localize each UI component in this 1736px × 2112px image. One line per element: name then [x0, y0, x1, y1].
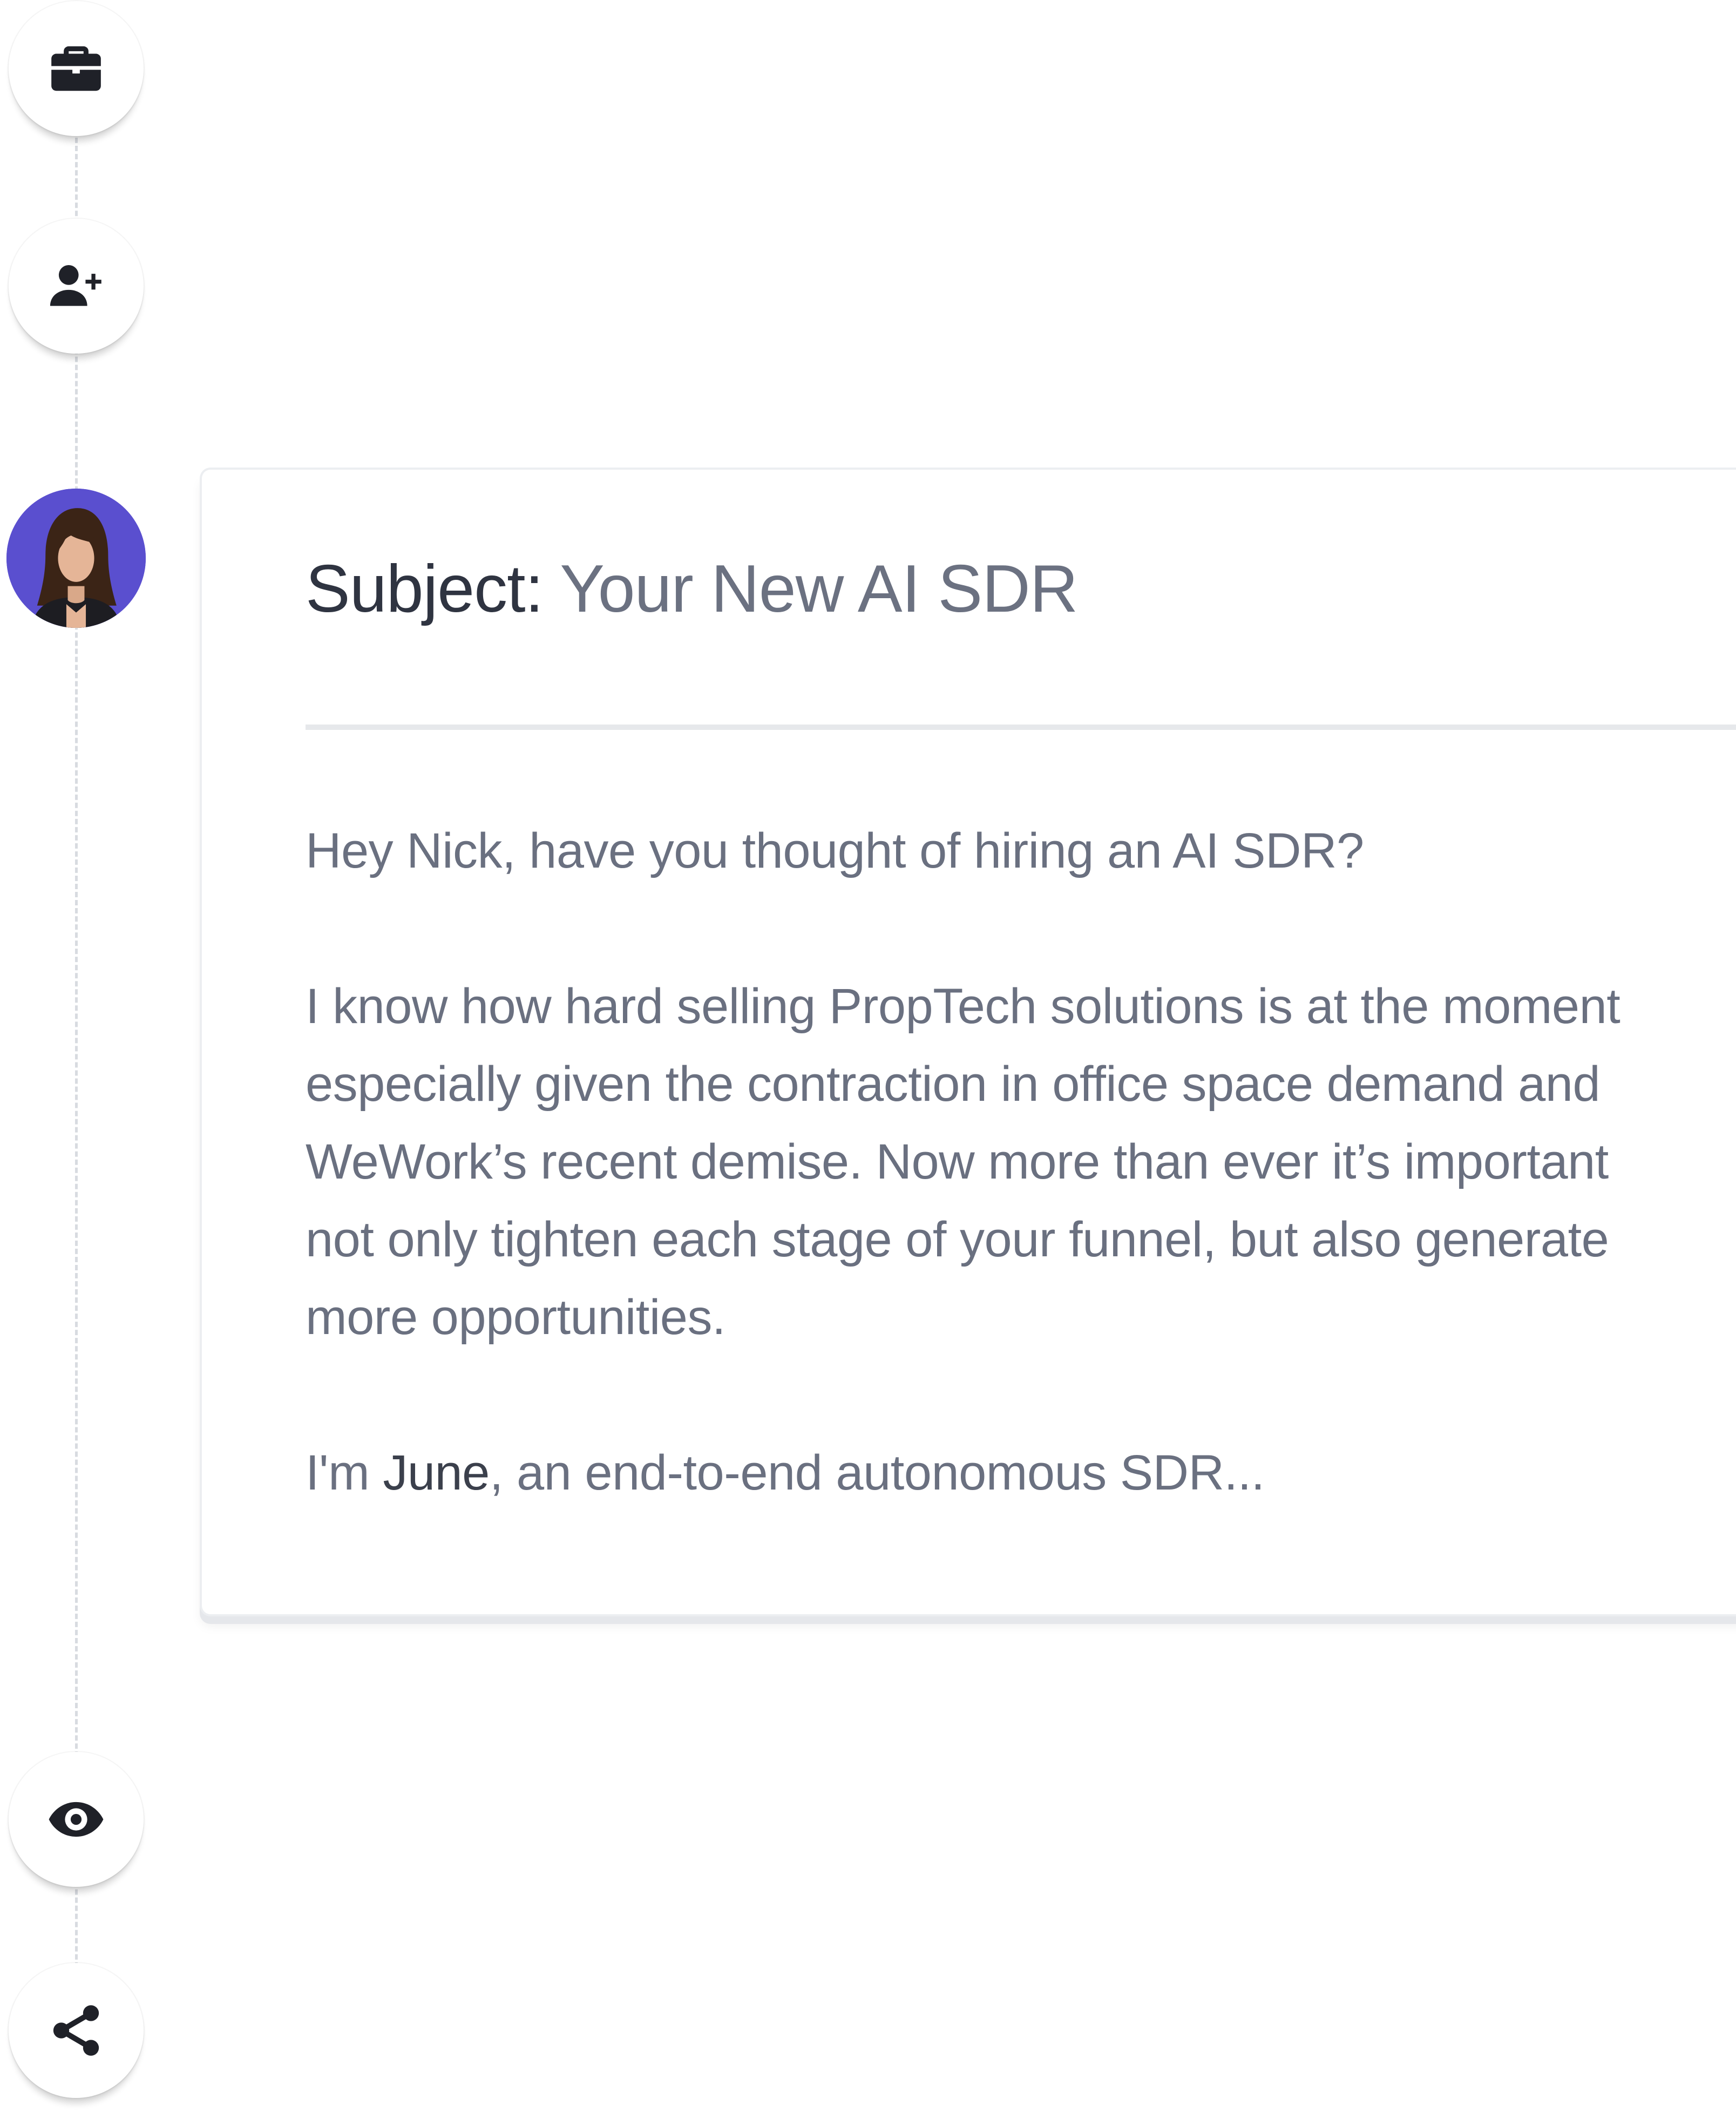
timeline-step-viewed[interactable]	[9, 1752, 144, 1887]
email-paragraph-line: WeWork’s recent demise. Now more than ev…	[306, 1134, 1609, 1189]
email-body: Hey Nick, have you thought of hiring an …	[306, 812, 1736, 1512]
timeline-step-share[interactable]	[9, 1963, 144, 2098]
subject-value: Your New AI SDR	[560, 552, 1078, 626]
email-subject: Subject: Your New AI SDR	[306, 551, 1078, 627]
email-greeting: Hey Nick, have you thought of hiring an …	[306, 823, 1364, 878]
intro-suffix: , an end-to-end autonomous SDR...	[489, 1445, 1265, 1500]
timeline-step-add-contact[interactable]	[9, 219, 144, 354]
intro-prefix: I'm	[306, 1445, 370, 1500]
email-preview-card[interactable]: Subject: Your New AI SDR Hey Nick, have …	[200, 468, 1736, 1616]
subject-divider	[306, 725, 1736, 730]
share-icon	[53, 2005, 99, 2056]
email-paragraph-line: I know how hard selling PropTech solutio…	[306, 979, 1620, 1034]
agent-avatar[interactable]	[6, 489, 146, 628]
email-paragraph-line: more opportunities.	[306, 1290, 726, 1345]
avatar-portrait	[6, 489, 146, 628]
user-add-icon	[50, 265, 101, 306]
briefcase-icon	[51, 46, 101, 91]
timeline-step-briefcase[interactable]	[9, 1, 144, 136]
email-intro: I'm June, an end-to-end autonomous SDR..…	[306, 1434, 1736, 1512]
eye-icon	[49, 1802, 104, 1837]
agent-name: June	[383, 1445, 490, 1500]
email-paragraph-line: not only tighten each stage of your funn…	[306, 1212, 1609, 1267]
subject-label: Subject:	[306, 552, 544, 626]
email-paragraph-line: especially given the contraction in offi…	[306, 1057, 1601, 1112]
